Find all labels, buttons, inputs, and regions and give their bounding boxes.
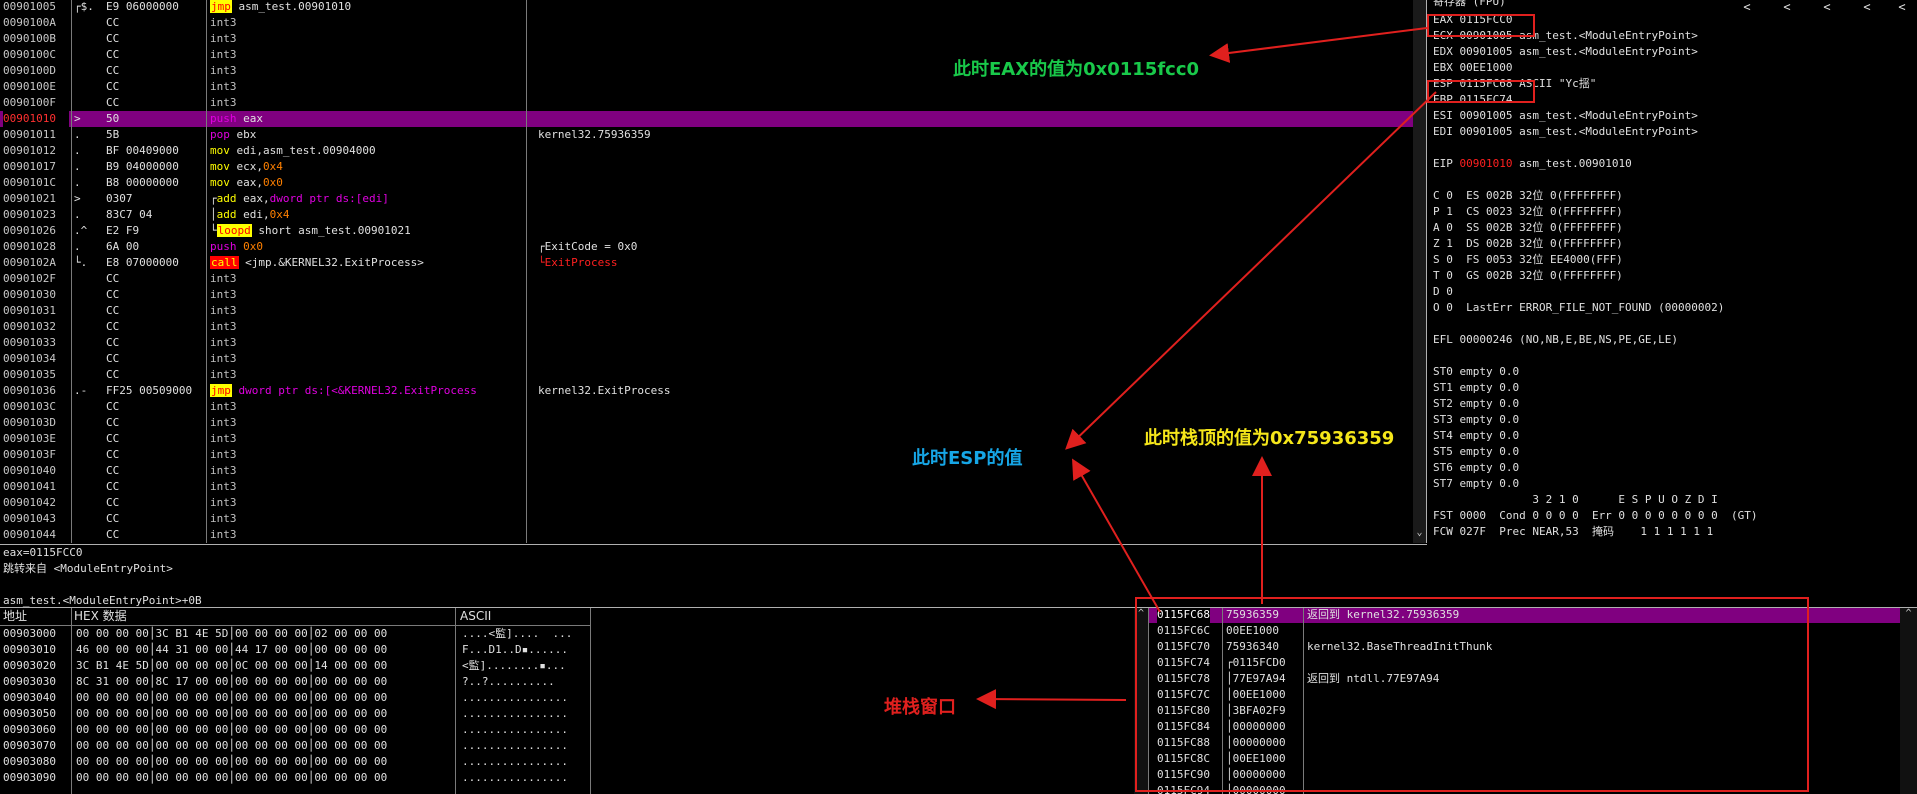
annotation-stack-window: 堆栈窗口 bbox=[884, 697, 956, 718]
arrow-stack-to-esp-label bbox=[1072, 458, 1161, 613]
arrow-to-eax-label bbox=[1209, 27, 1428, 63]
arrow-esp-to-label bbox=[1065, 91, 1437, 450]
annotation-esp: 此时ESP的值 bbox=[912, 448, 1023, 469]
arrow-stack-window-label bbox=[976, 689, 1127, 710]
annotation-arrows bbox=[976, 27, 1437, 710]
annotation-eax: 此时EAX的值为0x0115fcc0 bbox=[953, 59, 1200, 80]
annotation-stack-top: 此时栈顶的值为0x75936359 bbox=[1144, 428, 1395, 449]
